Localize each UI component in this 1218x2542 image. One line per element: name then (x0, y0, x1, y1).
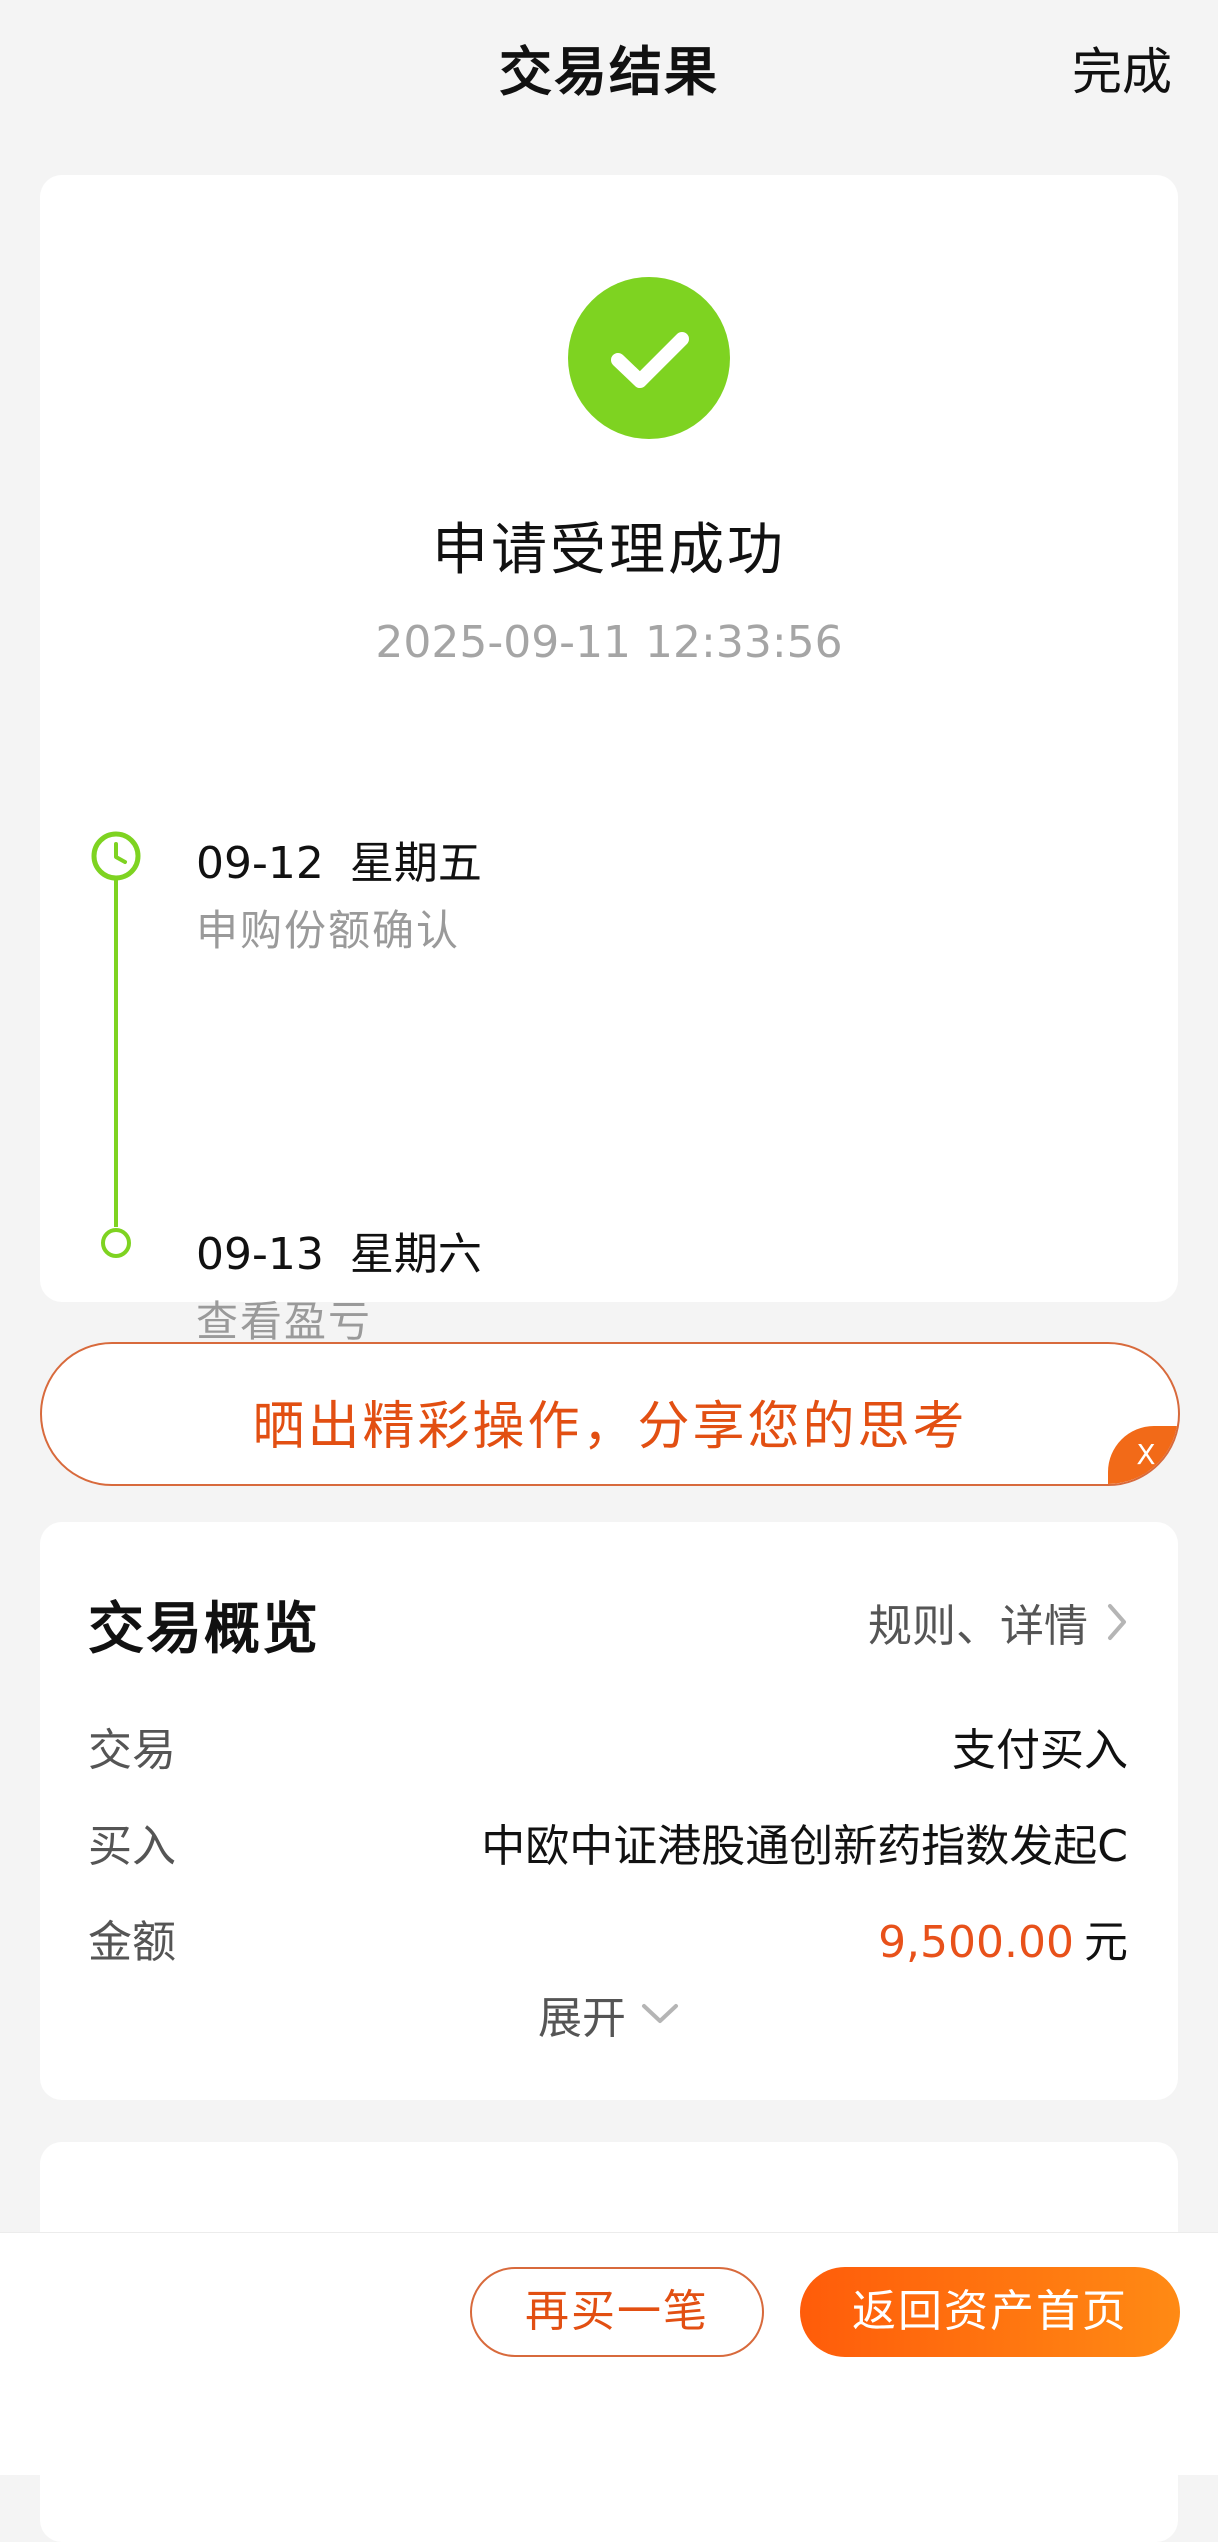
done-button[interactable]: 完成 (1072, 32, 1172, 104)
timeline-step-date: 09-13 星期六 (196, 1218, 482, 1282)
back-to-assets-button[interactable]: 返回资产首页 (800, 2267, 1180, 2357)
overview-card: 交易概览 规则、详情 交易 支付买入 买入 中欧中证港股通创新药指数发起C 金额… (40, 1522, 1178, 2100)
trade-type-label: 交易 (88, 1725, 176, 1776)
step-date-text: 09-12 (196, 838, 324, 889)
amount-number: 9,500.00 (878, 1917, 1074, 1968)
clock-icon (90, 830, 142, 882)
rules-details-link[interactable]: 规则、详情 (868, 1590, 1128, 1654)
bottom-action-bar: 再买一笔 返回资产首页 (0, 2232, 1218, 2475)
fund-label: 买入 (88, 1821, 176, 1872)
step-weekday: 星期六 (349, 1229, 482, 1280)
amount-unit: 元 (1084, 1917, 1128, 1968)
result-status-title: 申请受理成功 (432, 518, 786, 583)
timeline-connector (114, 875, 118, 1227)
amount-label: 金额 (88, 1917, 176, 1968)
expand-button[interactable]: 展开 (40, 1982, 1178, 2046)
step-weekday: 星期五 (349, 838, 482, 889)
expand-label: 展开 (538, 1993, 626, 2044)
overview-title: 交易概览 (88, 1597, 320, 1662)
page-title: 交易结果 (499, 42, 719, 103)
buy-again-button[interactable]: 再买一笔 (470, 2267, 764, 2357)
result-card: 申请受理成功 2025-09-11 12:33:56 09-12 星期五 申购份额… (40, 175, 1178, 1346)
dot-icon (99, 1226, 133, 1260)
result-timestamp: 2025-09-11 12:33:56 (375, 617, 843, 668)
fund-name-value: 中欧中证港股通创新药指数发起C (481, 1821, 1128, 1872)
share-banner[interactable]: 晒出精彩操作，分享您的思考 X (40, 1342, 1180, 1486)
rules-details-label: 规则、详情 (868, 1601, 1088, 1652)
step-date-text: 09-13 (196, 1229, 324, 1280)
amount-value: 9,500.00 元 (878, 1906, 1128, 1970)
timeline-step-date: 09-12 星期五 (196, 827, 482, 891)
timeline-step-desc: 查看盈亏 (196, 1297, 373, 1346)
check-circle-icon (568, 277, 730, 439)
timeline-step-desc: 申购份额确认 (196, 906, 461, 955)
chevron-down-icon (642, 2004, 678, 2023)
trade-type-value: 支付买入 (952, 1725, 1128, 1776)
chevron-right-icon (1108, 1604, 1126, 1640)
top-nav-bar: 交易结果 完成 (0, 0, 1218, 130)
share-banner-text: 晒出精彩操作，分享您的思考 (252, 1397, 968, 1457)
